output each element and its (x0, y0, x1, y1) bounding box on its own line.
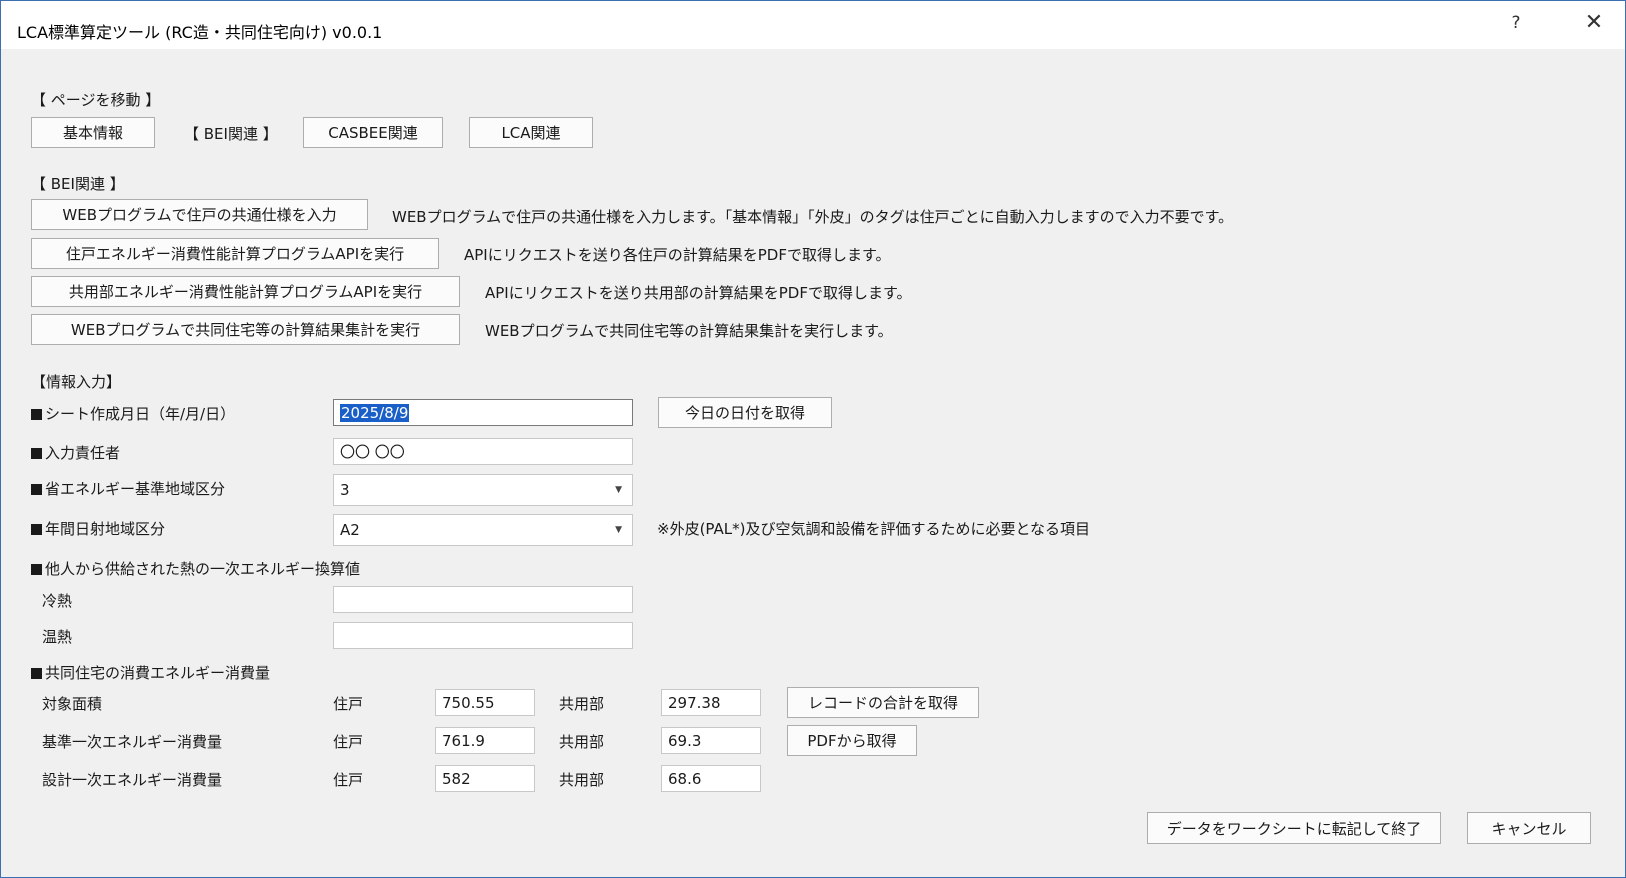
target-area-label: 対象面積 (42, 695, 103, 713)
common-api-button[interactable]: 共用部エネルギー消費性能計算プログラムAPIを実行 (31, 276, 460, 307)
title-bar: LCA標準算定ツール (RC造・共同住宅向け) v0.0.1 ? ✕ (1, 1, 1625, 49)
cold-heat-label: 冷熱 (42, 592, 73, 610)
solar-region-label: 年間日射地域区分 (31, 518, 165, 539)
common-api-desc: APIにリクエストを送り共用部の計算結果をPDFで取得します。 (485, 284, 912, 302)
consumption-header: 共同住宅の消費エネルギー消費量 (31, 662, 270, 683)
web-aggregate-desc: WEBプログラムで共同住宅等の計算結果集計を実行します。 (485, 322, 893, 340)
get-from-pdf-button[interactable]: PDFから取得 (787, 725, 917, 756)
warm-heat-label: 温熱 (42, 628, 73, 646)
energy-region-select[interactable]: 3 ▼ (333, 474, 633, 506)
bei-current-label: 【 BEI関連 】 (184, 125, 278, 143)
cold-heat-field[interactable] (333, 586, 633, 613)
design-primary-energy-unit-field[interactable]: 582 (435, 765, 535, 792)
solar-region-note: ※外皮(PAL*)及び空気調和設備を評価するために必要となる項目 (657, 520, 1091, 538)
dropdown-arrow-icon: ▼ (615, 525, 622, 535)
web-aggregate-button[interactable]: WEBプログラムで共同住宅等の計算結果集計を実行 (31, 314, 460, 345)
design-primary-energy-label: 設計一次エネルギー消費量 (42, 771, 223, 789)
bullet-square-icon (31, 448, 42, 459)
common-label: 共用部 (559, 695, 605, 713)
sheet-date-field[interactable]: 2025/8/9 (333, 399, 633, 426)
common-label: 共用部 (559, 771, 605, 789)
target-area-common-field[interactable]: 297.38 (661, 689, 761, 716)
sheet-date-label: シート作成月日（年/月/日） (31, 403, 235, 424)
energy-region-label: 省エネルギー基準地域区分 (31, 478, 225, 499)
design-primary-energy-common-field[interactable]: 68.6 (661, 765, 761, 792)
unit-api-desc: APIにリクエストを送り各住戸の計算結果をPDFで取得します。 (464, 246, 891, 264)
casbee-button[interactable]: CASBEE関連 (303, 117, 443, 148)
help-icon[interactable]: ? (1501, 11, 1531, 35)
lca-button[interactable]: LCA関連 (469, 117, 593, 148)
info-header: 【情報入力】 (31, 373, 122, 391)
web-common-spec-desc: WEBプログラムで住戸の共通仕様を入力します。「基本情報」「外皮」のタグは住戸ご… (392, 208, 1234, 226)
web-common-spec-button[interactable]: WEBプログラムで住戸の共通仕様を入力 (31, 199, 368, 230)
solar-region-select[interactable]: A2 ▼ (333, 514, 633, 546)
transfer-and-finish-button[interactable]: データをワークシートに転記して終了 (1147, 812, 1441, 844)
bullet-square-icon (31, 668, 42, 679)
standard-primary-energy-unit-field[interactable]: 761.9 (435, 727, 535, 754)
target-area-unit-field[interactable]: 750.55 (435, 689, 535, 716)
person-field[interactable]: 〇〇 〇〇 (333, 438, 633, 465)
standard-primary-energy-label: 基準一次エネルギー消費量 (42, 733, 223, 751)
dialog-window: LCA標準算定ツール (RC造・共同住宅向け) v0.0.1 ? ✕ 【 ページ… (0, 0, 1626, 878)
unit-label: 住戸 (333, 771, 364, 789)
today-date-button[interactable]: 今日の日付を取得 (658, 397, 832, 428)
basic-info-button[interactable]: 基本情報 (31, 117, 155, 148)
navigate-header: 【 ページを移動 】 (31, 91, 161, 109)
unit-label: 住戸 (333, 733, 364, 751)
unit-label: 住戸 (333, 695, 364, 713)
common-label: 共用部 (559, 733, 605, 751)
bullet-square-icon (31, 484, 42, 495)
bullet-square-icon (31, 409, 42, 420)
window-title: LCA標準算定ツール (RC造・共同住宅向け) v0.0.1 (17, 23, 383, 42)
heat-conversion-label: 他人から供給された熱の一次エネルギー換算値 (31, 558, 360, 579)
sum-records-button[interactable]: レコードの合計を取得 (787, 687, 979, 718)
dropdown-arrow-icon: ▼ (615, 485, 622, 495)
bullet-square-icon (31, 564, 42, 575)
cancel-button[interactable]: キャンセル (1467, 812, 1591, 844)
bullet-square-icon (31, 524, 42, 535)
standard-primary-energy-common-field[interactable]: 69.3 (661, 727, 761, 754)
close-icon[interactable]: ✕ (1577, 9, 1611, 37)
bei-header: 【 BEI関連 】 (31, 175, 125, 193)
person-label: 入力責任者 (31, 442, 120, 463)
unit-api-button[interactable]: 住戸エネルギー消費性能計算プログラムAPIを実行 (31, 238, 439, 269)
warm-heat-field[interactable] (333, 622, 633, 649)
